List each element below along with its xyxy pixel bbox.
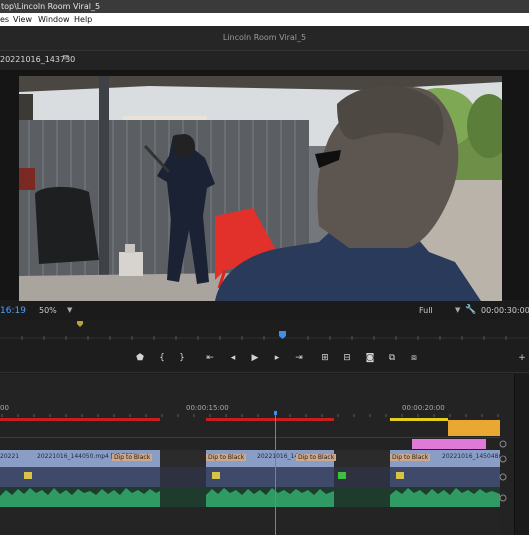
clip-label: 20221 — [0, 453, 20, 460]
chevron-down-icon[interactable]: ▼ — [67, 306, 72, 314]
clip-label: 20221016_14 — [257, 453, 299, 460]
step-forward-icon[interactable]: ▸ — [271, 353, 283, 363]
mark-out-icon[interactable]: } — [176, 353, 188, 363]
add-button-icon[interactable]: + — [516, 353, 528, 363]
transition-dip-to-black[interactable]: Dip to Black — [206, 454, 247, 461]
track-keyframe-toggle[interactable] — [499, 440, 507, 448]
timeline-panel: 00 00:00:15:00 00:00:20:00 20221 2022101… — [0, 374, 514, 535]
ruler-label-20s: 00:00:20:00 — [402, 404, 445, 412]
window-title-bar: top\Lincoln Room Viral_5 — [0, 0, 529, 13]
clip-a1-c[interactable] — [390, 467, 500, 487]
ruler-label-start: 00 — [0, 404, 9, 412]
render-bar-yellow — [390, 418, 448, 421]
fx-badge — [396, 472, 404, 479]
program-monitor-header: 20221016_143730 ≡ — [0, 50, 529, 70]
chevron-down-icon[interactable]: ▼ — [455, 306, 460, 314]
step-back-icon[interactable]: ◂ — [227, 353, 239, 363]
menu-bar: es View Window Help — [0, 13, 529, 26]
render-bar-red — [206, 418, 334, 421]
extract-icon[interactable]: ⊟ — [341, 353, 353, 363]
menu-item-sequence[interactable]: es — [0, 13, 9, 26]
menu-item-window[interactable]: Window — [38, 13, 70, 26]
wrench-icon[interactable]: 🔧 — [465, 305, 476, 315]
menu-item-help[interactable]: Help — [74, 13, 92, 26]
render-bar-red — [0, 418, 160, 421]
fx-badge — [212, 472, 220, 479]
keyframe-marker — [338, 472, 346, 479]
playback-resolution-select[interactable]: Full — [419, 306, 433, 315]
work-area-bar[interactable] — [448, 420, 500, 436]
timeline-side-panel — [514, 374, 529, 535]
hamburger-icon[interactable]: ≡ — [62, 53, 70, 63]
clip-label: 20221016_145048m — [442, 453, 505, 460]
go-to-out-icon[interactable]: ⇥ — [293, 353, 305, 363]
ruler-label-15s: 00:00:15:00 — [186, 404, 229, 412]
sequence-duration: 00:00:30:00 — [481, 306, 529, 315]
workspace-title: Lincoln Room Viral_5 — [222, 33, 307, 42]
window-title: top\Lincoln Room Viral_5 — [1, 2, 101, 11]
fx-badge — [24, 472, 32, 479]
go-to-in-icon[interactable]: ⇤ — [204, 353, 216, 363]
play-icon[interactable]: ▶ — [249, 353, 261, 363]
zoom-select[interactable]: 50% — [39, 306, 57, 315]
transition-dip-to-black[interactable]: Dip to Black — [390, 454, 431, 461]
monitor-scrubber[interactable] — [0, 319, 529, 345]
clip-v2-pink[interactable] — [412, 439, 486, 449]
track-keyframe-toggle[interactable] — [499, 494, 507, 502]
add-marker-icon[interactable]: ⬟ — [134, 353, 146, 363]
menu-item-view[interactable]: View — [13, 13, 32, 26]
playhead-timecode[interactable]: 16:19 — [0, 306, 26, 316]
video-frame — [19, 76, 502, 301]
track-keyframe-toggle[interactable] — [499, 473, 507, 481]
camera-icon[interactable]: ◙ — [364, 353, 376, 363]
video-frame-image — [19, 76, 502, 301]
insert-icon[interactable]: ⧈ — [408, 353, 420, 363]
clip-a1-b[interactable] — [206, 467, 334, 487]
transition-dip-to-black[interactable]: Dip to Black — [296, 454, 337, 461]
comparison-view-icon[interactable]: ⧉ — [386, 353, 398, 363]
transition-dip-to-black[interactable]: Dip to Black — [112, 454, 153, 461]
lift-icon[interactable]: ⊞ — [319, 353, 331, 363]
in-point-marker[interactable] — [77, 319, 83, 327]
monitor-controls-row: 16:19 50% ▼ Full ▼ 🔧 00:00:30:00 — [0, 301, 529, 321]
mark-in-icon[interactable]: { — [156, 353, 168, 363]
ruler-ticks — [1, 414, 499, 417]
transport-controls: ⬟ { } ⇤ ◂ ▶ ▸ ⇥ ⊞ ⊟ ◙ ⧉ ⧈ + — [0, 345, 529, 373]
